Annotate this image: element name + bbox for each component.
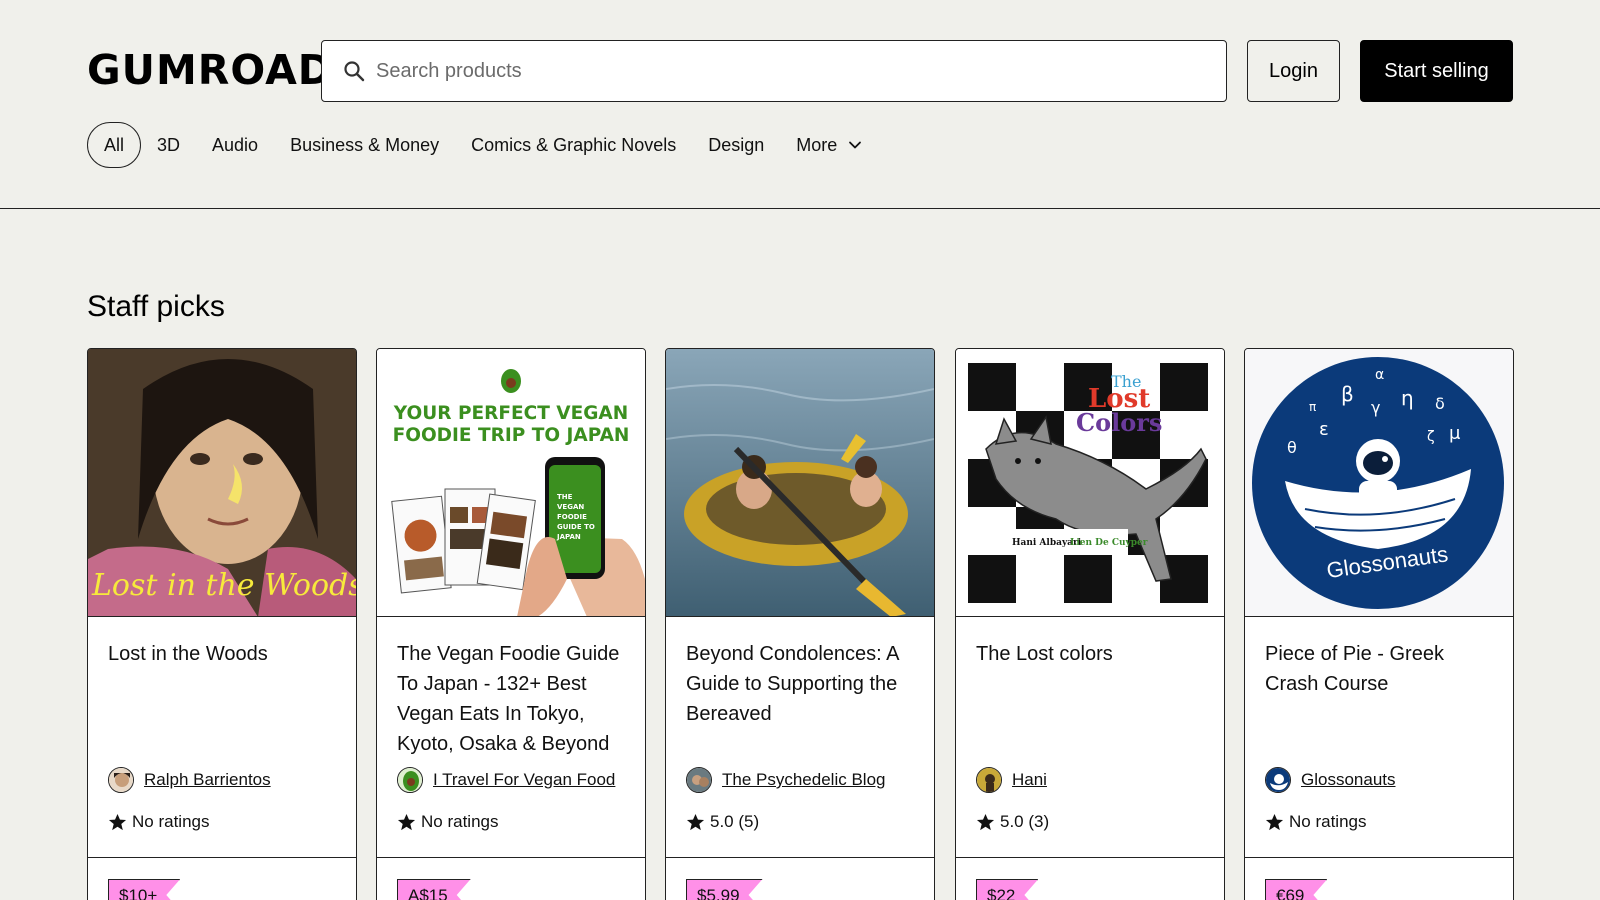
search-icon [344,61,365,82]
gumroad-logo[interactable]: GUMROAD [87,44,333,96]
product-card[interactable]: Lost in the Woods Lost in the Woods Ralp… [87,348,357,900]
svg-text:ζ: ζ [1427,429,1435,445]
the-lost-colors-cover: The Lost Colors Hani Albayari Lien De Cu… [956,349,1224,616]
product-rating: 5.0 (3) [976,812,1049,832]
cover-line-2: FOODIE TRIP TO JAPAN [393,425,630,446]
svg-text:THE: THE [557,493,573,501]
staff-picks-title: Staff picks [87,290,225,323]
price-tag: $5.99 [686,879,763,900]
product-title[interactable]: The Lost colors [976,639,1211,669]
rating-text: No ratings [132,812,210,831]
price-tag: €69 [1265,879,1327,900]
svg-text:JAPAN: JAPAN [556,533,581,541]
product-title[interactable]: The Vegan Foodie Guide To Japan - 132+ B… [397,639,632,759]
category-3d[interactable]: 3D [157,122,180,168]
svg-text:η: η [1401,386,1414,410]
star-icon [976,813,995,830]
rating-text: No ratings [421,812,499,831]
card-divider [1245,857,1513,858]
price-tag: A$15 [397,879,471,900]
product-thumbnail[interactable]: Lost in the Woods [88,349,356,617]
avatar [1265,767,1291,793]
svg-text:γ: γ [1371,398,1380,417]
card-divider [956,857,1224,858]
category-more[interactable]: More [796,122,863,168]
product-thumbnail[interactable]: The Lost Colors Hani Albayari Lien De Cu… [956,349,1224,617]
rating-text: No ratings [1289,812,1367,831]
svg-text:α: α [1375,367,1384,383]
svg-text:ε: ε [1319,419,1329,440]
creator-name[interactable]: I Travel For Vegan Food [433,770,615,790]
avatar [976,767,1002,793]
product-card[interactable]: YOUR PERFECT VEGAN FOODIE TRIP TO JAPAN [376,348,646,900]
avatar [686,767,712,793]
search-input[interactable] [376,59,1226,83]
product-thumbnail[interactable] [666,349,934,617]
category-comics[interactable]: Comics & Graphic Novels [471,122,676,168]
category-all[interactable]: All [87,122,142,168]
product-thumbnail[interactable]: α β η γ δ π ε ζ μ θ Glossonauts [1245,349,1513,617]
svg-text:GUIDE TO: GUIDE TO [557,523,595,531]
star-icon [108,813,127,830]
category-more-label: More [796,134,838,155]
product-rating: 5.0 (5) [686,812,759,832]
price-tag: $22 [976,879,1038,900]
product-card[interactable]: α β η γ δ π ε ζ μ θ Glossonauts Piece of [1244,348,1514,900]
creator-link[interactable]: Hani [976,767,1047,793]
card-divider [666,857,934,858]
cover-line-1: YOUR PERFECT VEGAN [393,403,628,424]
svg-text:π: π [1309,400,1316,414]
cover-title: Lost in the Woods [91,568,356,603]
lost-in-the-woods-cover: Lost in the Woods [88,349,356,616]
creator-link[interactable]: Ralph Barrientos [108,767,271,793]
product-rating: No ratings [397,812,498,832]
creator-name[interactable]: The Psychedelic Blog [722,770,885,790]
category-business-money[interactable]: Business & Money [290,122,439,168]
product-card[interactable]: The Lost Colors Hani Albayari Lien De Cu… [955,348,1225,900]
product-rating: No ratings [108,812,209,832]
login-button[interactable]: Login [1247,40,1340,102]
star-icon [397,813,416,830]
svg-text:δ: δ [1435,394,1445,413]
product-thumbnail[interactable]: YOUR PERFECT VEGAN FOODIE TRIP TO JAPAN [377,349,645,617]
svg-text:μ: μ [1449,423,1461,444]
cover-colors: Colors [1076,408,1162,437]
site-header: GUMROAD Login Start selling All 3D Audio… [0,0,1600,209]
creator-name[interactable]: Hani [1012,770,1047,790]
cover-author-2: Lien De Cuyper [1070,538,1148,548]
product-card[interactable]: Beyond Condolences: A Guide to Supportin… [665,348,935,900]
beyond-condolences-cover [666,349,934,616]
card-divider [377,857,645,858]
product-rating: No ratings [1265,812,1366,832]
category-nav: All 3D Audio Business & Money Comics & G… [87,122,895,168]
glossonauts-cover: α β η γ δ π ε ζ μ θ Glossonauts [1245,349,1513,616]
rating-text: 5.0 (5) [710,812,760,831]
product-title[interactable]: Piece of Pie - Greek Crash Course [1265,639,1500,699]
price-tag: $10+ [108,879,180,900]
creator-link[interactable]: The Psychedelic Blog [686,767,885,793]
creator-name[interactable]: Glossonauts [1301,770,1396,790]
card-divider [88,857,356,858]
svg-text:θ: θ [1287,438,1297,457]
creator-link[interactable]: I Travel For Vegan Food [397,767,615,793]
vegan-foodie-cover: YOUR PERFECT VEGAN FOODIE TRIP TO JAPAN [377,349,645,616]
rating-text: 5.0 (3) [1000,812,1050,831]
svg-text:FOODIE: FOODIE [557,513,587,521]
category-audio[interactable]: Audio [212,122,258,168]
product-title[interactable]: Beyond Condolences: A Guide to Supportin… [686,639,921,729]
avatar [108,767,134,793]
creator-name[interactable]: Ralph Barrientos [144,770,271,790]
start-selling-button[interactable]: Start selling [1360,40,1513,102]
search-bar[interactable] [321,40,1227,102]
svg-text:β: β [1341,382,1354,406]
chevron-down-icon [849,141,862,149]
product-title[interactable]: Lost in the Woods [108,639,343,669]
star-icon [1265,813,1284,830]
avatar [397,767,423,793]
category-design[interactable]: Design [708,122,764,168]
creator-link[interactable]: Glossonauts [1265,767,1396,793]
svg-text:VEGAN: VEGAN [557,503,584,511]
star-icon [686,813,705,830]
